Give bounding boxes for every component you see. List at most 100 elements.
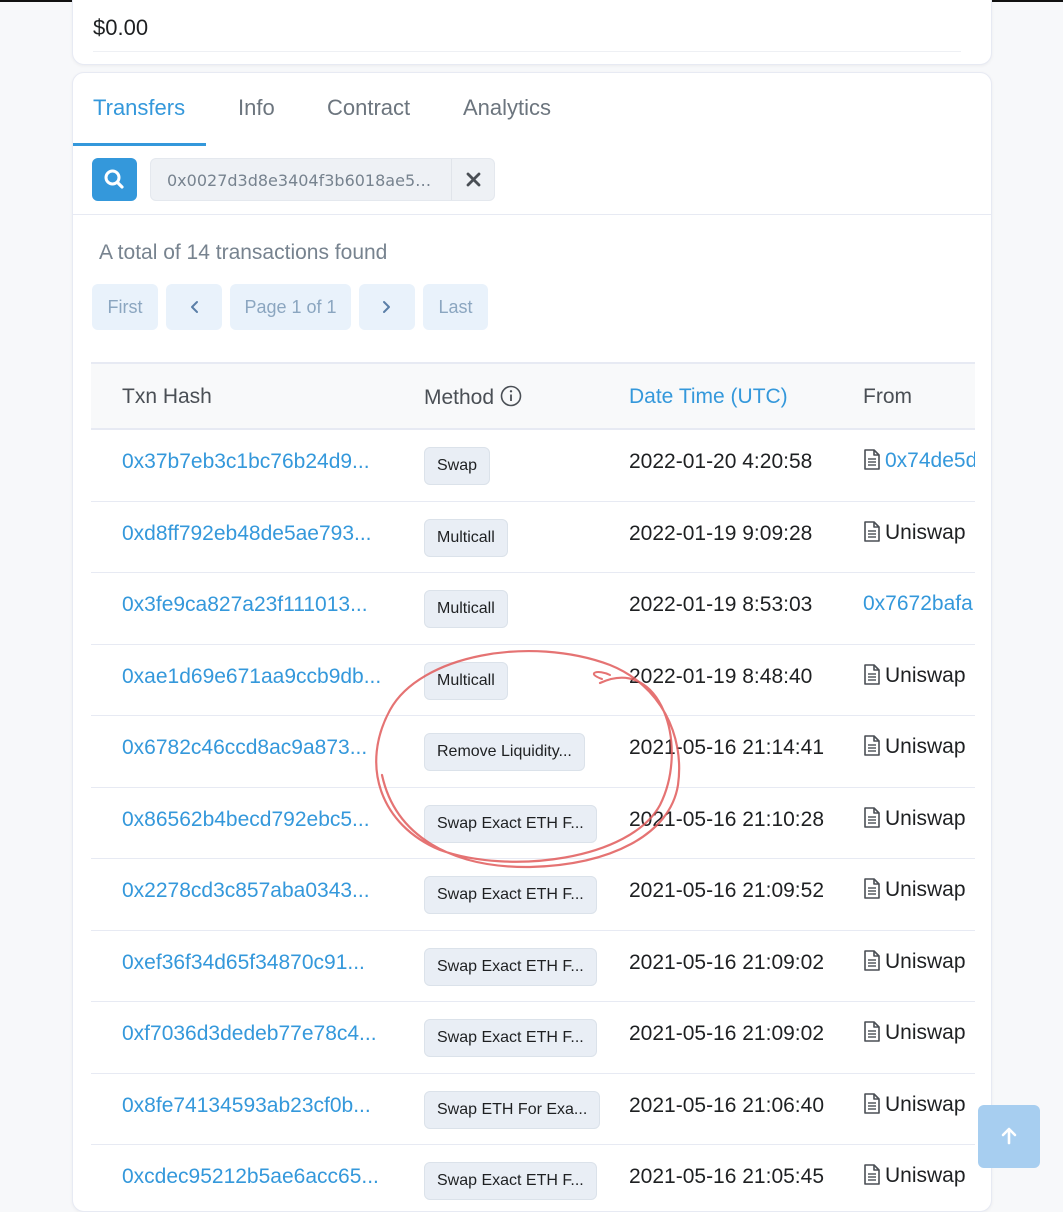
contract-doc-icon [864,1092,880,1114]
method-badge: Multicall [424,590,508,628]
last-page-button[interactable]: Last [423,284,488,330]
table-row: 0xef36f34d65f34870c91... Swap Exact ETH F… [91,931,975,1002]
method-badge: Multicall [424,661,508,700]
txn-hash-link[interactable]: 0xae1d69e671aa9ccb9db... [122,665,381,689]
transactions-count: A total of 14 transactions found [99,241,388,264]
txn-hash-link[interactable]: 0x2278cd3c857aba0343... [122,879,370,903]
chevron-right-icon [383,301,390,313]
method-badge: Swap [424,447,491,485]
from-address: Uniswap [863,1093,966,1117]
contract-doc-icon [864,735,880,756]
from-address: Uniswap [863,521,966,545]
balance-card: $0.00 [72,0,992,65]
method-badge: Swap Exact ETH F... [424,947,597,986]
method-badge: Swap Exact ETH F... [424,1162,597,1200]
from-address-label: Uniswap [885,663,966,687]
search-icon [104,169,124,189]
divider [93,51,961,52]
balance-value: $0.00 [93,15,149,40]
column-header-method-label: Method [424,386,495,409]
txn-datetime: 2022-01-19 9:09:28 [629,521,813,545]
tab-transfers[interactable]: Transfers [93,95,185,121]
transfers-card: Transfers Info Contract Analytics 0x0027… [72,72,992,1212]
active-tab-indicator [73,143,206,146]
table-row: 0xcdec95212b5ae6acc65... Swap Exact ETH F… [91,1145,975,1211]
txn-hash-link[interactable]: 0x86562b4becd792ebc5... [122,808,370,832]
tab-analytics[interactable]: Analytics [463,95,551,121]
txn-hash-link[interactable]: 0xd8ff792eb48de5ae793... [122,522,372,546]
txn-hash-link[interactable]: 0x37b7eb3c1bc76b24d9... [122,450,370,474]
table-row: 0xf7036d3dedeb77e78c4... Swap Exact ETH F… [91,1002,975,1074]
txn-hash-link[interactable]: 0xcdec95212b5ae6acc65... [122,1165,379,1189]
method-badge: Swap Exact ETH F... [424,1019,597,1057]
contract-doc-icon [864,663,880,685]
txn-datetime: 2021-05-16 21:05:45 [629,1165,824,1188]
table-row: 0x86562b4becd792ebc5... Swap Exact ETH F.… [91,788,975,859]
txn-datetime: 2021-05-16 21:14:41 [629,736,824,759]
table-row: 0x6782c46ccd8ac9a873... Remove Liquidity.… [91,716,975,788]
from-address: Uniswap [863,664,966,688]
table-row: 0xd8ff792eb48de5ae793... Multicall 2022-01… [91,502,975,573]
from-address-label: Uniswap [885,878,966,901]
close-icon [466,172,481,187]
from-address: Uniswap [863,1164,966,1188]
table-row: 0x8fe74134593ab23cf0b... Swap ETH For Exa… [91,1074,975,1145]
method-badge: Swap Exact ETH F... [424,804,597,843]
from-address-label: Uniswap [885,806,966,830]
address-filter-value: 0x0027d3d8e3404f3b6018ae59e9... [167,171,435,190]
txn-hash-link[interactable]: 0x6782c46ccd8ac9a873... [122,736,367,760]
method-badge: Multicall [424,518,508,557]
method-badge: Remove Liquidity... [424,733,585,771]
from-address-label: Uniswap [885,1092,966,1116]
chevron-left-icon [191,301,198,313]
divider [73,214,991,215]
from-address[interactable]: 0x74de5d [863,449,975,473]
first-page-button[interactable]: First [92,284,158,330]
arrow-up-icon [1001,1127,1017,1145]
address-filter-field[interactable]: 0x0027d3d8e3404f3b6018ae59e9... [150,158,495,201]
from-address-label: Uniswap [885,735,966,758]
from-address-label: Uniswap [885,1021,966,1044]
tab-contract[interactable]: Contract [327,95,410,121]
from-address: Uniswap [863,1021,966,1045]
contract-doc-icon [864,878,880,899]
from-address: Uniswap [863,878,966,902]
from-address-label: Uniswap [885,949,966,973]
from-address-label: 0x7672bafa [863,592,973,615]
scroll-to-top-button[interactable] [978,1105,1040,1168]
from-address-label: Uniswap [885,520,966,544]
next-page-button[interactable] [359,284,415,330]
tab-info[interactable]: Info [238,95,275,121]
page-indicator: Page 1 of 1 [230,284,351,330]
column-header-from: From [863,385,912,408]
from-address: Uniswap [863,735,966,759]
info-icon[interactable] [500,385,522,407]
contract-doc-icon [864,449,880,470]
from-address: Uniswap [863,950,966,974]
transactions-table: Txn Hash Method Date Time (UTC) From 0x3… [91,362,975,1211]
txn-datetime: 2022-01-20 4:20:58 [629,450,813,473]
column-header-date-time[interactable]: Date Time (UTC) [629,385,788,409]
txn-datetime: 2022-01-19 8:48:40 [629,664,813,688]
contract-doc-icon [864,1021,880,1042]
table-row: 0x37b7eb3c1bc76b24d9... Swap 2022-01-20 4:… [91,430,975,502]
table-row: 0x3fe9ca827a23f111013... Multicall 2022-01… [91,573,975,645]
from-address[interactable]: 0x7672bafa [863,592,973,616]
column-header-method: Method [424,385,522,410]
txn-hash-link[interactable]: 0xf7036d3dedeb77e78c4... [122,1022,377,1046]
from-address: Uniswap [863,807,966,831]
txn-datetime: 2022-01-19 8:53:03 [629,593,813,616]
method-badge: Swap Exact ETH F... [424,876,597,914]
clear-filter-button[interactable] [451,159,494,200]
from-address-label: Uniswap [885,1164,966,1187]
txn-datetime: 2021-05-16 21:09:02 [629,1022,824,1045]
txn-hash-link[interactable]: 0xef36f34d65f34870c91... [122,951,365,975]
txn-hash-link[interactable]: 0x3fe9ca827a23f111013... [122,593,368,617]
txn-datetime: 2021-05-16 21:10:28 [629,807,824,831]
txn-hash-link[interactable]: 0x8fe74134593ab23cf0b... [122,1094,371,1118]
previous-page-button[interactable] [166,284,222,330]
search-button[interactable] [92,158,137,201]
table-header: Txn Hash Method Date Time (UTC) From [91,362,975,430]
from-address-label: 0x74de5d [885,449,975,472]
contract-doc-icon [864,949,880,971]
